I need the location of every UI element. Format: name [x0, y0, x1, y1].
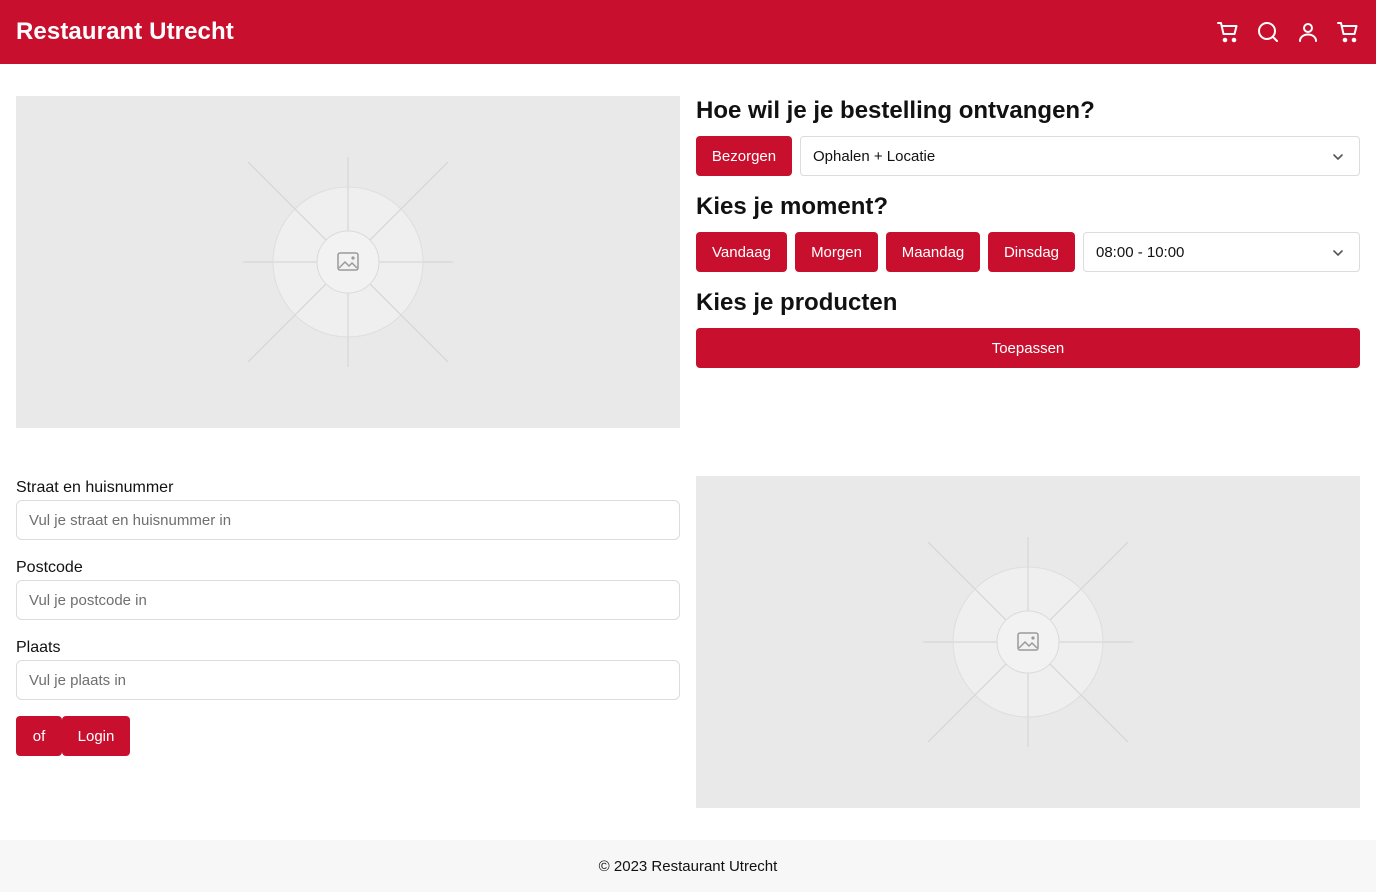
moment-heading: Kies je moment?	[696, 193, 889, 220]
timeslot-select[interactable]: 08:00 - 10:00	[1083, 232, 1360, 272]
day-button-maandag[interactable]: Maandag	[886, 232, 980, 272]
cart-icon[interactable]	[1336, 20, 1360, 44]
image-placeholder	[16, 96, 680, 428]
street-input[interactable]	[16, 500, 680, 540]
image-placeholder-icon	[243, 157, 453, 367]
image-placeholder	[696, 476, 1360, 808]
day-button-dinsdag[interactable]: Dinsdag	[988, 232, 1075, 272]
day-button-vandaag[interactable]: Vandaag	[696, 232, 787, 272]
products-heading: Kies je producten	[696, 289, 898, 316]
site-title[interactable]: Restaurant Utrecht	[16, 18, 234, 46]
pickup-location-value: Ophalen + Locatie	[813, 147, 936, 165]
cart-icon[interactable]	[1216, 20, 1240, 44]
day-button-morgen[interactable]: Morgen	[795, 232, 878, 272]
chevron-down-icon	[1333, 250, 1343, 256]
street-label: Straat en huisnummer	[16, 479, 174, 496]
city-label: Plaats	[16, 639, 61, 656]
footer: © 2023 Restaurant Utrecht	[0, 840, 1376, 892]
login-button[interactable]: Login	[62, 716, 130, 756]
postcode-input[interactable]	[16, 580, 680, 620]
user-icon[interactable]	[1296, 20, 1320, 44]
or-button[interactable]: of	[16, 716, 62, 756]
city-input[interactable]	[16, 660, 680, 700]
timeslot-value: 08:00 - 10:00	[1096, 243, 1185, 261]
search-icon[interactable]	[1256, 20, 1280, 44]
top-navbar: Restaurant Utrecht	[0, 0, 1376, 64]
apply-button[interactable]: Toepassen	[696, 328, 1360, 368]
image-placeholder-icon	[923, 537, 1133, 747]
postcode-label: Postcode	[16, 559, 83, 576]
delivery-heading: Hoe wil je je bestelling ontvangen?	[696, 97, 1095, 124]
chevron-down-icon	[1333, 154, 1343, 160]
deliver-button[interactable]: Bezorgen	[696, 136, 792, 176]
header-icon-group	[1216, 20, 1360, 44]
footer-copyright: © 2023 Restaurant Utrecht	[598, 857, 778, 875]
pickup-location-select[interactable]: Ophalen + Locatie	[800, 136, 1360, 176]
